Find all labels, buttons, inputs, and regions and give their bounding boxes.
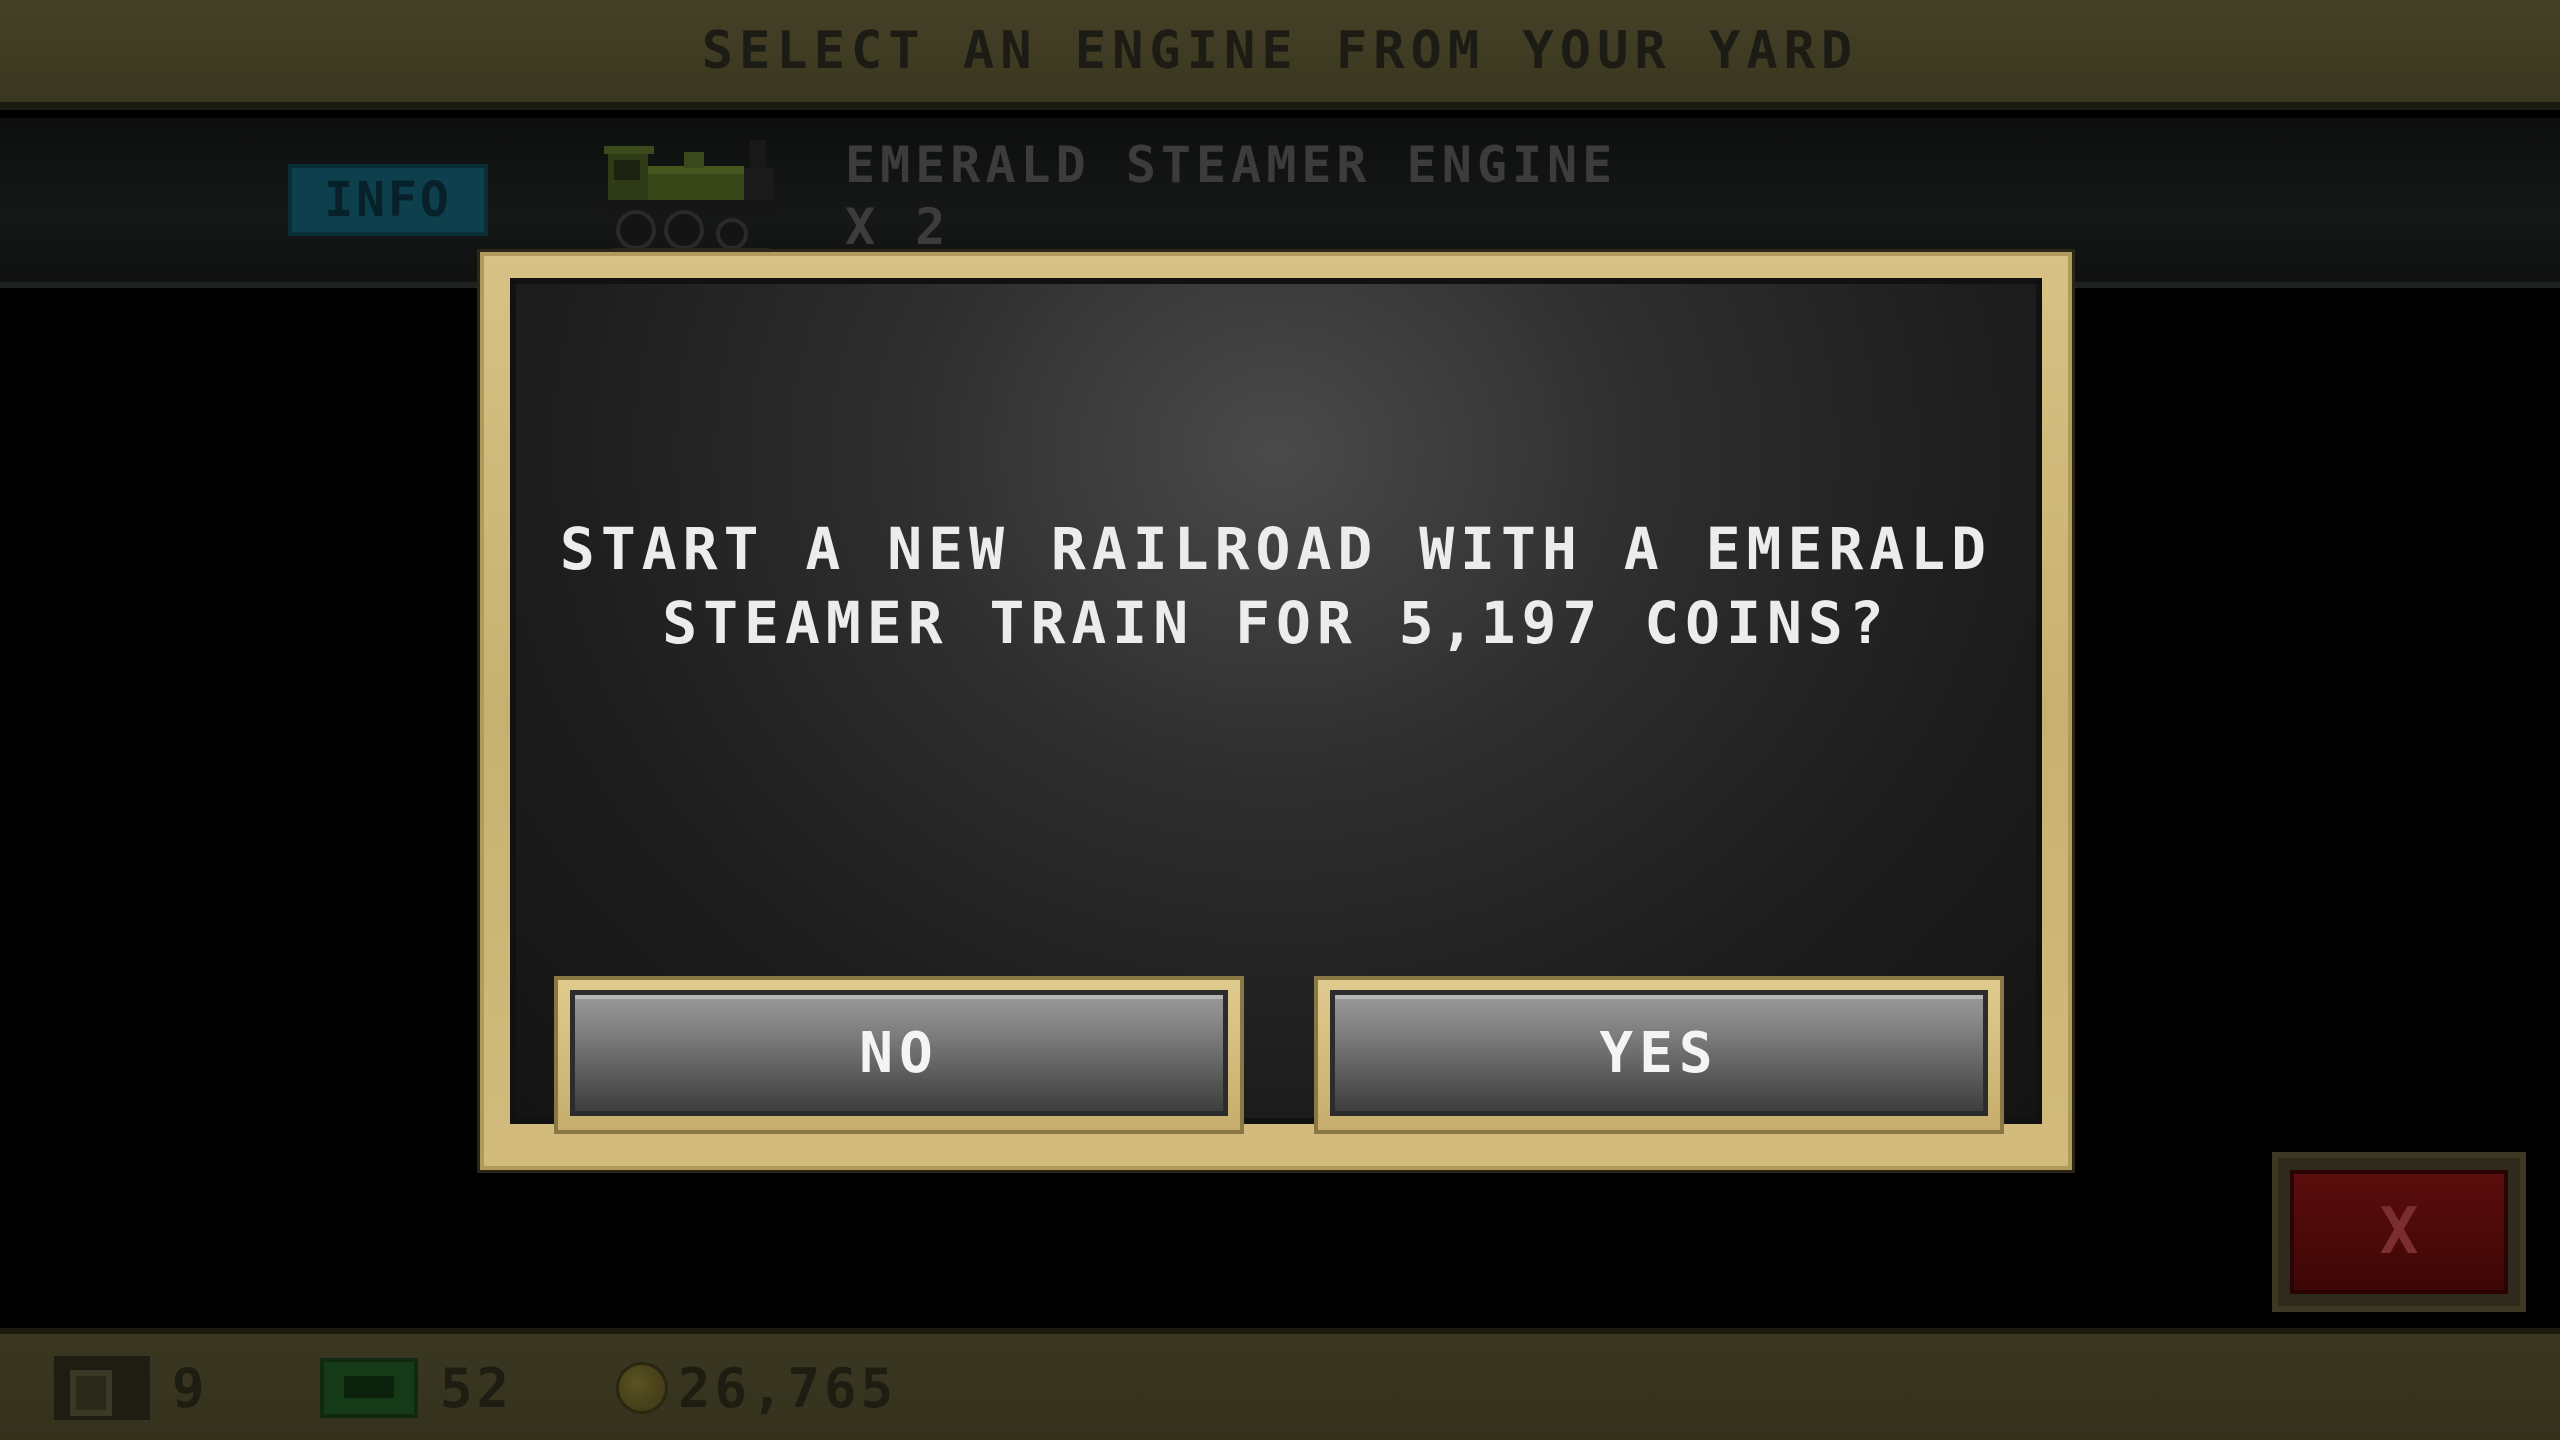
dialog-panel: START A NEW RAILROAD WITH A EMERALD STEA… (510, 278, 2042, 1134)
green-steam-locomotive-icon (604, 140, 776, 254)
header-title: SELECT AN ENGINE FROM YOUR YARD (701, 21, 1859, 81)
no-button-frame: NO (554, 976, 1244, 1134)
cash-icon (320, 1358, 418, 1418)
header-bar: SELECT AN ENGINE FROM YOUR YARD (0, 0, 2560, 110)
info-button[interactable]: INFO (288, 164, 488, 236)
game-screen: SELECT AN ENGINE FROM YOUR YARD INFO EME… (0, 0, 2560, 1440)
status-bar: 9 52 26,765 (0, 1328, 2560, 1440)
stations-stat: 9 (54, 1356, 209, 1420)
yes-button-frame: YES (1314, 976, 2004, 1134)
coin-icon (616, 1362, 668, 1414)
cash-stat: 52 (320, 1356, 513, 1420)
yes-button[interactable]: YES (1330, 990, 1988, 1116)
close-x-icon: X (2379, 1195, 2419, 1269)
dialog-message-line-1: START A NEW RAILROAD WITH A EMERALD (559, 515, 1993, 583)
dialog-message-line-2: STEAMER TRAIN FOR 5,197 COINS? (662, 589, 1890, 657)
confirm-dialog: START A NEW RAILROAD WITH A EMERALD STEA… (480, 252, 2072, 1170)
engine-name: EMERALD STEAMER ENGINE (845, 136, 1618, 194)
coins-stat: 26,765 (616, 1356, 897, 1420)
no-button[interactable]: NO (570, 990, 1228, 1116)
cash-count: 52 (440, 1356, 514, 1420)
engine-count: X 2 (845, 198, 951, 256)
dialog-message: START A NEW RAILROAD WITH A EMERALD STEA… (516, 512, 2036, 660)
stations-count: 9 (172, 1356, 209, 1420)
station-icon (54, 1356, 150, 1420)
close-button[interactable]: X (2290, 1170, 2508, 1294)
close-button-frame: X (2272, 1152, 2526, 1312)
coins-count: 26,765 (678, 1356, 898, 1420)
